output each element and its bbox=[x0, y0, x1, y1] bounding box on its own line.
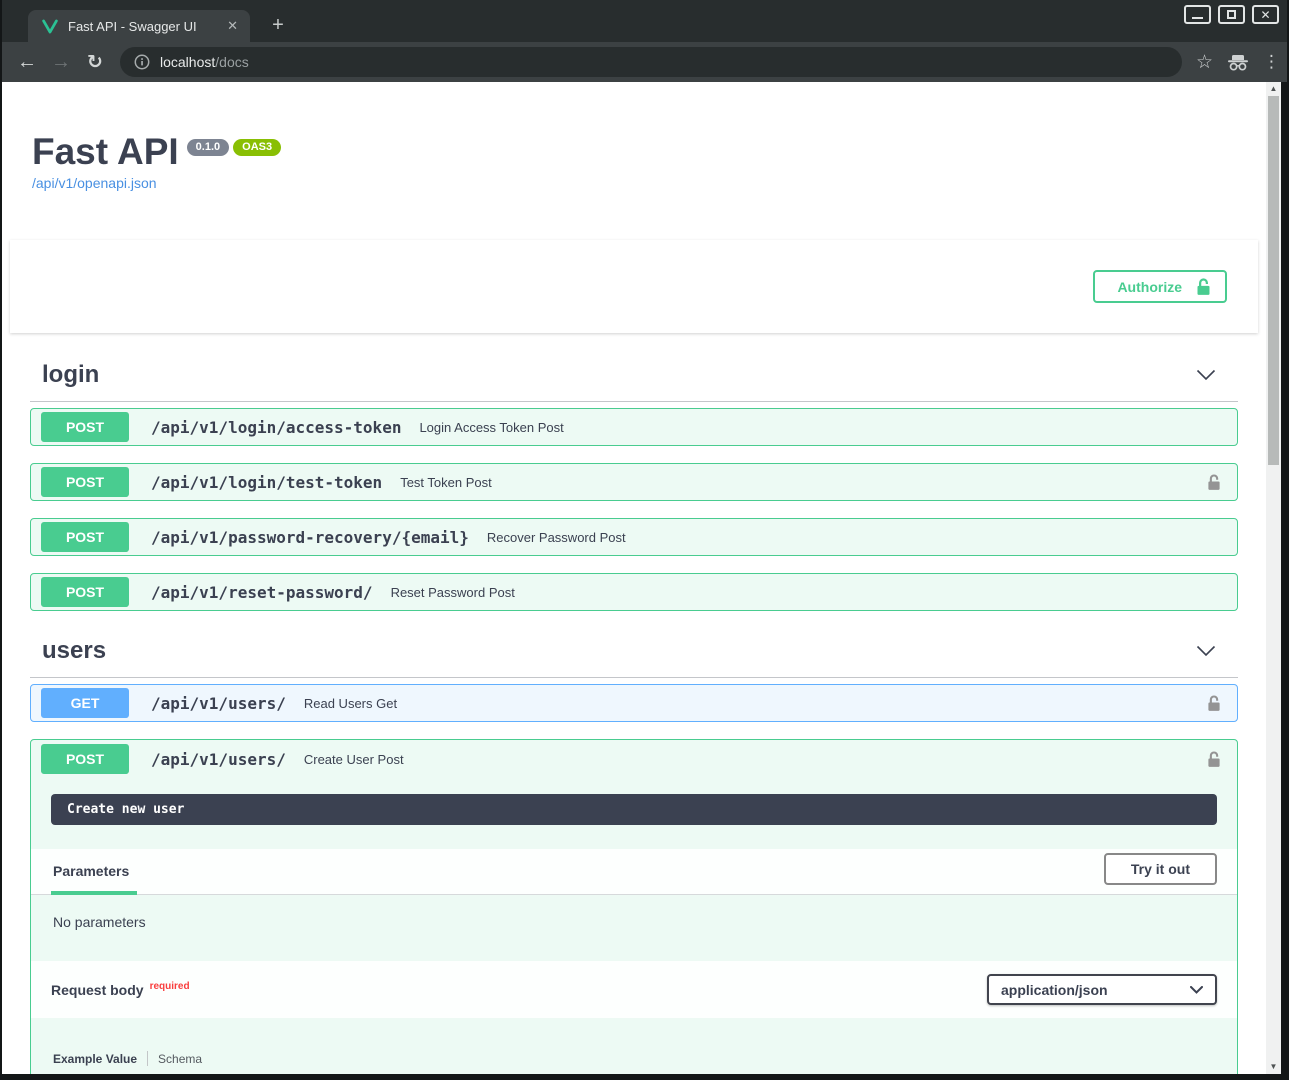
back-button[interactable]: ← bbox=[10, 52, 44, 72]
site-info-icon[interactable] bbox=[134, 54, 150, 70]
window-maximize-button[interactable] bbox=[1218, 5, 1245, 24]
chevron-down-icon bbox=[1190, 986, 1203, 994]
request-body-section: Request bodyrequired application/json bbox=[31, 961, 1237, 1018]
method-badge: GET bbox=[41, 688, 129, 718]
fastapi-favicon-icon bbox=[42, 19, 58, 34]
endpoint-summary: Create User Post bbox=[304, 752, 1207, 767]
tab-divider bbox=[147, 1051, 148, 1066]
endpoint-summary: Read Users Get bbox=[304, 696, 1207, 711]
chevron-down-icon bbox=[1196, 645, 1216, 657]
endpoint-path: /api/v1/login/access-token bbox=[151, 418, 401, 437]
browser-titlebar: Fast API - Swagger UI ✕ + ✕ bbox=[2, 0, 1287, 42]
auth-lock-icon[interactable] bbox=[1207, 474, 1221, 491]
browser-menu-icon[interactable]: ⋮ bbox=[1263, 52, 1275, 72]
forward-button[interactable]: → bbox=[44, 52, 78, 72]
endpoint-row-reset-password[interactable]: POST /api/v1/reset-password/ Reset Passw… bbox=[30, 573, 1238, 611]
model-example-tabs: Example Value Schema bbox=[31, 1018, 1237, 1074]
endpoint-row-read-users[interactable]: GET /api/v1/users/ Read Users Get bbox=[30, 684, 1238, 722]
endpoint-row-login-access-token[interactable]: POST /api/v1/login/access-token Login Ac… bbox=[30, 408, 1238, 446]
page-scrollbar[interactable]: ▲ ▼ bbox=[1266, 82, 1281, 1074]
endpoint-row-password-recovery[interactable]: POST /api/v1/password-recovery/{email} R… bbox=[30, 518, 1238, 556]
openapi-json-link[interactable]: /api/v1/openapi.json bbox=[32, 175, 157, 191]
address-bar[interactable]: localhost/docs bbox=[120, 47, 1182, 77]
method-badge: POST bbox=[41, 744, 129, 774]
auth-lock-icon[interactable] bbox=[1207, 751, 1221, 768]
endpoint-summary: Test Token Post bbox=[400, 475, 1207, 490]
endpoint-path: /api/v1/password-recovery/{email} bbox=[151, 528, 469, 547]
new-tab-button[interactable]: + bbox=[266, 14, 290, 36]
tag-header-users[interactable]: users bbox=[30, 637, 1238, 678]
request-body-label: Request bodyrequired bbox=[51, 982, 190, 998]
tab-close-icon[interactable]: ✕ bbox=[225, 18, 240, 34]
page-title: Fast API0.1.0OAS3 bbox=[32, 132, 1238, 172]
unlocked-padlock-icon bbox=[1196, 278, 1211, 296]
browser-toolbar: ← → ↻ localhost/docs ☆ ⋮ bbox=[2, 42, 1287, 82]
oas3-badge: OAS3 bbox=[233, 139, 281, 156]
authorize-button[interactable]: Authorize bbox=[1093, 270, 1227, 303]
window-close-button[interactable]: ✕ bbox=[1252, 5, 1279, 24]
endpoint-path: /api/v1/reset-password/ bbox=[151, 583, 373, 602]
method-badge: POST bbox=[41, 467, 129, 497]
incognito-icon bbox=[1227, 54, 1249, 71]
scroll-down-arrow[interactable]: ▼ bbox=[1266, 1060, 1281, 1074]
scroll-up-arrow[interactable]: ▲ bbox=[1266, 82, 1281, 96]
endpoint-summary: Reset Password Post bbox=[391, 585, 1227, 600]
operation-description: Create new user bbox=[51, 794, 1217, 825]
url-text: localhost/docs bbox=[160, 54, 249, 70]
endpoint-summary: Recover Password Post bbox=[487, 530, 1227, 545]
parameters-header: Parameters Try it out bbox=[31, 849, 1237, 895]
endpoint-summary: Login Access Token Post bbox=[419, 420, 1227, 435]
tag-name: login bbox=[42, 361, 99, 389]
maximize-icon bbox=[1227, 10, 1236, 19]
scrollbar-thumb[interactable] bbox=[1268, 96, 1279, 465]
endpoint-path: /api/v1/users/ bbox=[151, 750, 286, 769]
tag-name: users bbox=[42, 637, 106, 665]
method-badge: POST bbox=[41, 577, 129, 607]
example-value-tab[interactable]: Example Value bbox=[53, 1052, 137, 1066]
version-badge: 0.1.0 bbox=[187, 139, 229, 156]
minimize-icon bbox=[1192, 17, 1203, 19]
tab-title: Fast API - Swagger UI bbox=[68, 19, 215, 34]
close-icon: ✕ bbox=[1260, 9, 1270, 21]
endpoint-row-login-test-token[interactable]: POST /api/v1/login/test-token Test Token… bbox=[30, 463, 1238, 501]
auth-lock-icon[interactable] bbox=[1207, 695, 1221, 712]
endpoint-row-create-user[interactable]: POST /api/v1/users/ Create User Post bbox=[31, 740, 1237, 778]
method-badge: POST bbox=[41, 522, 129, 552]
endpoint-expanded-create-user: POST /api/v1/users/ Create User Post Cre… bbox=[30, 739, 1238, 1074]
media-type-select[interactable]: application/json bbox=[987, 974, 1217, 1005]
swagger-page: Fast API0.1.0OAS3 /api/v1/openapi.json A… bbox=[2, 82, 1266, 1074]
tag-header-login[interactable]: login bbox=[30, 361, 1238, 402]
chevron-down-icon bbox=[1196, 369, 1216, 381]
scheme-container: Authorize bbox=[10, 240, 1258, 333]
endpoint-path: /api/v1/login/test-token bbox=[151, 473, 382, 492]
schema-tab[interactable]: Schema bbox=[158, 1052, 202, 1066]
no-parameters-text: No parameters bbox=[31, 895, 1237, 956]
method-badge: POST bbox=[41, 412, 129, 442]
browser-tab[interactable]: Fast API - Swagger UI ✕ bbox=[28, 10, 250, 42]
parameters-tab: Parameters bbox=[51, 849, 137, 895]
window-minimize-button[interactable] bbox=[1184, 5, 1211, 24]
reload-button[interactable]: ↻ bbox=[78, 53, 112, 72]
required-badge: required bbox=[150, 981, 190, 992]
try-it-out-button[interactable]: Try it out bbox=[1104, 853, 1217, 885]
bookmark-star-icon[interactable]: ☆ bbox=[1196, 51, 1213, 74]
endpoint-path: /api/v1/users/ bbox=[151, 694, 286, 713]
